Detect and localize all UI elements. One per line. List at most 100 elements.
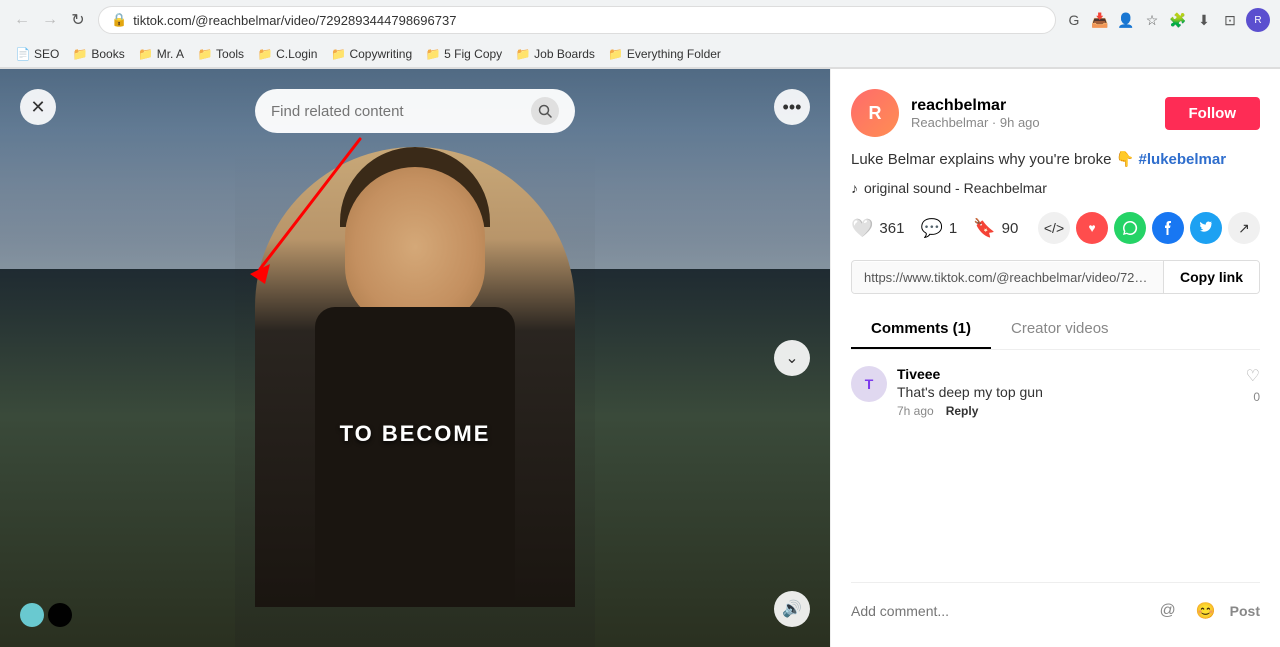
bookmark-jobboards[interactable]: 📁 Job Boards	[510, 45, 601, 63]
address-bar[interactable]: 🔒	[98, 6, 1056, 34]
add-comment-input[interactable]	[851, 595, 1144, 627]
comments-count: 1	[949, 220, 957, 237]
bookmark-clogin[interactable]: 📁 C.Login	[252, 45, 323, 63]
sound-icon: 🔊	[782, 599, 802, 619]
share-code-button[interactable]: </>	[1038, 212, 1070, 244]
mention-icon[interactable]: @	[1154, 597, 1182, 625]
sound-info: ♪ original sound - Reachbelmar	[851, 180, 1260, 196]
bookmarks-bar: 📄 SEO 📁 Books 📁 Mr. A 📁 Tools 📁 C.Login …	[0, 40, 1280, 68]
lock-icon: 🔒	[111, 12, 127, 28]
share-icons: </> ♥ ↗	[1038, 212, 1260, 244]
bookmarks-stat[interactable]: 🔖 90	[973, 218, 1018, 239]
sound-button[interactable]: 🔊	[774, 591, 810, 627]
share-whatsapp-button[interactable]	[1114, 212, 1146, 244]
avatar-initial: R	[869, 103, 882, 124]
person-silhouette	[255, 147, 575, 607]
content-tabs: Comments (1) Creator videos	[851, 310, 1260, 350]
bookmark-jobboards-label: Job Boards	[534, 47, 595, 61]
comment-meta: 7h ago Reply	[897, 404, 1236, 418]
bookmark-books[interactable]: 📁 Books	[67, 45, 130, 63]
url-input[interactable]	[133, 13, 1043, 28]
main-content: TO BECOME ✕ •••	[0, 69, 1280, 647]
split-icon[interactable]: ⊡	[1220, 10, 1240, 30]
seo-icon: 📄	[16, 47, 30, 61]
user-avatar[interactable]: R	[1246, 8, 1270, 32]
creator-videos-tab[interactable]: Creator videos	[991, 310, 1129, 349]
books-folder-icon: 📁	[73, 47, 87, 61]
bookmark-copywriting-label: Copywriting	[349, 47, 412, 61]
comment-item: T Tiveee That's deep my top gun 7h ago R…	[851, 366, 1260, 418]
stats-row: 🤍 361 💬 1 🔖 90 </> ♥	[851, 212, 1260, 244]
extension-icon[interactable]: 📥	[1090, 10, 1110, 30]
description-text: Luke Belmar explains why you're broke 👇	[851, 151, 1134, 168]
share-facebook-button[interactable]	[1152, 212, 1184, 244]
reply-button[interactable]: Reply	[946, 404, 979, 418]
creator-header: R reachbelmar Reachbelmar · 9h ago Follo…	[851, 89, 1260, 137]
browser-chrome: ← → ↻ 🔒 G 📥 👤 ☆ 🧩 ⬇ ⊡ R 📄 SEO 📁 Books	[0, 0, 1280, 69]
bookmark-seo[interactable]: 📄 SEO	[10, 45, 65, 63]
google-icon[interactable]: G	[1064, 10, 1084, 30]
star-icon[interactable]: ☆	[1142, 10, 1162, 30]
tools-folder-icon: 📁	[198, 47, 212, 61]
comments-tab[interactable]: Comments (1)	[851, 310, 991, 349]
copy-link-button[interactable]: Copy link	[1163, 261, 1259, 293]
nav-buttons: ← → ↻	[10, 8, 90, 32]
likes-count: 361	[879, 220, 904, 237]
bookmark-everything-label: Everything Folder	[627, 47, 721, 61]
emoji-icon[interactable]: 😊	[1192, 597, 1220, 625]
reload-button[interactable]: ↻	[66, 8, 90, 32]
hashtag-lukebelmar[interactable]: #lukebelmar	[1139, 151, 1227, 168]
video-overlay-text: TO BECOME	[340, 421, 491, 447]
share-twitter-button[interactable]	[1190, 212, 1222, 244]
puzzle-icon[interactable]: 🧩	[1168, 10, 1188, 30]
tiktok-logo-dark	[48, 603, 72, 627]
video-panel[interactable]: TO BECOME ✕ •••	[0, 69, 830, 647]
creator-handle: Reachbelmar · 9h ago	[911, 115, 1153, 130]
comment-avatar: T	[851, 366, 887, 402]
url-copy-bar: https://www.tiktok.com/@reachbelmar/vide…	[851, 260, 1260, 294]
comment-like-icon[interactable]: ♡	[1246, 366, 1260, 386]
bookmark-icon: 🔖	[973, 218, 995, 239]
mra-folder-icon: 📁	[139, 47, 153, 61]
video-description: Luke Belmar explains why you're broke 👇 …	[851, 149, 1260, 170]
follow-button[interactable]: Follow	[1165, 97, 1261, 130]
share-more-button[interactable]: ↗	[1228, 212, 1260, 244]
bookmark-tools[interactable]: 📁 Tools	[192, 45, 250, 63]
comments-stat[interactable]: 💬 1	[920, 218, 957, 239]
creator-avatar[interactable]: R	[851, 89, 899, 137]
sound-text: original sound - Reachbelmar	[864, 180, 1047, 196]
bookmark-mra[interactable]: 📁 Mr. A	[133, 45, 190, 63]
post-comment-button[interactable]: Post	[1230, 603, 1260, 619]
more-options-button[interactable]: •••	[774, 89, 810, 125]
tiktok-logo	[20, 603, 72, 627]
bookmark-figcopy[interactable]: 📁 5 Fig Copy	[420, 45, 508, 63]
bookmark-everything[interactable]: 📁 Everything Folder	[603, 45, 727, 63]
search-icon[interactable]	[531, 97, 559, 125]
browser-toolbar: ← → ↻ 🔒 G 📥 👤 ☆ 🧩 ⬇ ⊡ R	[0, 0, 1280, 40]
video-url: https://www.tiktok.com/@reachbelmar/vide…	[852, 262, 1163, 293]
download-icon[interactable]: ⬇	[1194, 10, 1214, 30]
comment-actions: ♡ 0	[1246, 366, 1260, 418]
right-panel: R reachbelmar Reachbelmar · 9h ago Follo…	[830, 69, 1280, 647]
comment-icon: 💬	[920, 218, 942, 239]
bookmarks-count: 90	[1002, 220, 1019, 237]
everything-folder-icon: 📁	[609, 47, 623, 61]
bookmark-books-label: Books	[91, 47, 124, 61]
close-icon: ✕	[30, 97, 45, 118]
browser-icons: G 📥 👤 ☆ 🧩 ⬇ ⊡ R	[1064, 8, 1270, 32]
video-search-bar[interactable]	[255, 89, 575, 133]
likes-stat[interactable]: 🤍 361	[851, 218, 904, 239]
forward-button[interactable]: →	[38, 8, 62, 32]
next-video-button[interactable]: ⌄	[774, 340, 810, 376]
back-button[interactable]: ←	[10, 8, 34, 32]
profile-icon[interactable]: 👤	[1116, 10, 1136, 30]
person-body	[315, 307, 515, 607]
chevron-down-icon: ⌄	[785, 348, 798, 368]
comment-text: That's deep my top gun	[897, 384, 1236, 400]
share-heart-button[interactable]: ♥	[1076, 212, 1108, 244]
close-button[interactable]: ✕	[20, 89, 56, 125]
bookmark-copywriting[interactable]: 📁 Copywriting	[325, 45, 418, 63]
creator-name: reachbelmar	[911, 97, 1153, 115]
comment-username: Tiveee	[897, 366, 1236, 382]
find-related-content-input[interactable]	[271, 103, 523, 120]
